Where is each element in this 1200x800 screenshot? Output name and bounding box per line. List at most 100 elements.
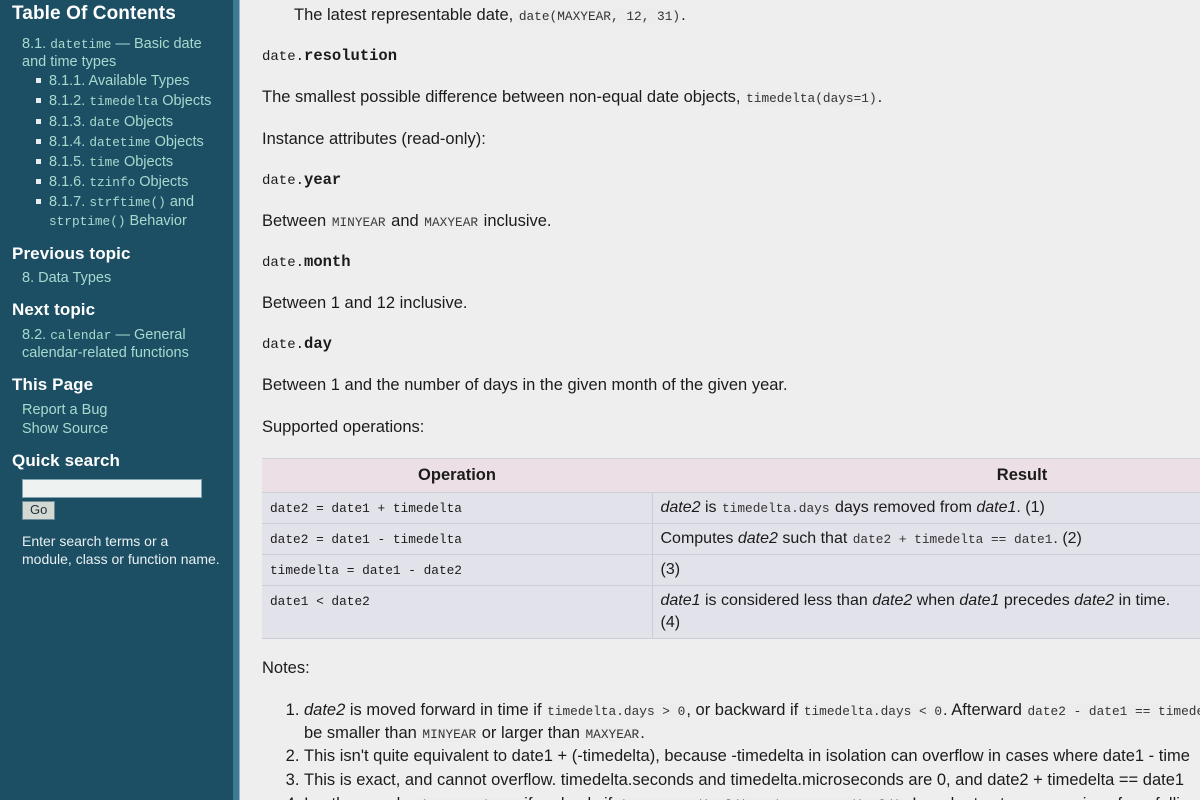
emphasis: date2 bbox=[872, 591, 913, 609]
toc-rest: Objects bbox=[123, 153, 174, 170]
list-item: 8.1.1. Available Types bbox=[36, 71, 221, 90]
next-topic-num: 8.2. bbox=[22, 327, 47, 344]
text: is considered less than bbox=[700, 591, 873, 609]
sidebar-item-available-types[interactable]: 8.1.1. Available Types bbox=[49, 73, 190, 89]
toc-mono2: strptime() bbox=[49, 214, 126, 230]
attr-resolution-name: date.resolution bbox=[262, 46, 1200, 67]
main-content: The latest representable date, date(MAXY… bbox=[240, 0, 1200, 800]
attr-year-name: date.year bbox=[262, 170, 1200, 191]
emphasis: date2 bbox=[660, 498, 701, 516]
notes-list: date2 is moved forward in time if timede… bbox=[262, 699, 1200, 800]
cell-result: date1 is considered less than date2 when… bbox=[652, 584, 1200, 640]
minyear-code: MINYEAR bbox=[330, 215, 387, 231]
sidebar-item-date-objects[interactable]: 8.1.3. date Objects bbox=[49, 114, 173, 130]
instance-attributes-heading: Instance attributes (read-only): bbox=[262, 129, 486, 148]
attr-desc-text: Between bbox=[262, 212, 327, 231]
attr-desc-text: The smallest possible difference between… bbox=[262, 88, 741, 107]
attr-prefix: date. bbox=[262, 172, 305, 189]
text: In other words, bbox=[304, 795, 418, 800]
column-header-operation: Operation bbox=[262, 457, 652, 493]
text: such that bbox=[777, 529, 852, 547]
inline-code: timedelta.days > 0 bbox=[546, 703, 687, 719]
inline-code: date2 + timedelta == date1 bbox=[852, 531, 1053, 547]
notes-heading: Notes: bbox=[262, 659, 310, 678]
list-item: 8.1.7. strftime() and strptime() Behavio… bbox=[36, 192, 221, 230]
toc-sublist: 8.1.1. Available Types 8.1.2. timedelta … bbox=[36, 71, 221, 231]
attr-desc-and: and bbox=[391, 212, 419, 231]
toc-rest: Available Types bbox=[88, 73, 190, 90]
column-header-result: Result bbox=[652, 457, 1200, 493]
inline-code: MAXYEAR bbox=[584, 726, 641, 742]
sidebar-item-tzinfo-objects[interactable]: 8.1.6. tzinfo Objects bbox=[49, 174, 188, 190]
report-a-bug-link[interactable]: Report a Bug bbox=[22, 401, 221, 420]
toc-rest: Objects bbox=[154, 133, 204, 150]
inline-code: MINYEAR bbox=[421, 726, 478, 742]
note-item: This isn't quite equivalent to date1 + (… bbox=[304, 745, 1200, 768]
toc-num: 8.1.6. bbox=[49, 174, 86, 191]
sidebar-item-datetime[interactable]: 8.1. datetime — Basic date and time type… bbox=[22, 36, 202, 70]
latest-date-period: . bbox=[681, 6, 686, 24]
note-line: This is exact, and cannot overflow. time… bbox=[304, 769, 1200, 792]
toc-rest: Objects bbox=[123, 113, 174, 130]
this-page-heading: This Page bbox=[12, 375, 94, 395]
note-item: This is exact, and cannot overflow. time… bbox=[304, 769, 1200, 792]
sidebar-item-time-objects[interactable]: 8.1.5. time Objects bbox=[49, 154, 173, 170]
text: . In order to stop comparison from falli… bbox=[903, 795, 1200, 800]
emphasis: date1 bbox=[976, 498, 1017, 516]
this-page-links: Report a Bug Show Source bbox=[22, 401, 221, 438]
cell-result: Computes date2 such that date2 + timedel… bbox=[652, 522, 1200, 555]
toc-root-mono: datetime bbox=[50, 36, 112, 52]
attr-day-name: date.day bbox=[262, 334, 1200, 355]
quick-search-form: Go bbox=[22, 478, 221, 521]
table-header-row: Operation Result bbox=[262, 457, 1200, 493]
toc-mono: datetime bbox=[89, 134, 151, 150]
sidebar-item-strftime-behavior[interactable]: 8.1.7. strftime() and strptime() Behavio… bbox=[49, 194, 194, 229]
note-item: In other words, date1 < date2 if and onl… bbox=[304, 793, 1200, 800]
note-line: This isn't quite equivalent to date1 + (… bbox=[304, 745, 1200, 768]
attr-resolution-desc: The smallest possible difference between… bbox=[262, 86, 1200, 109]
sidebar-item-timedelta-objects[interactable]: 8.1.2. timedelta Objects bbox=[49, 93, 211, 109]
list-item: 8.1.6. tzinfo Objects bbox=[36, 172, 221, 191]
list-item: 8.1.5. time Objects bbox=[36, 152, 221, 171]
emphasis: date2 bbox=[1074, 591, 1115, 609]
attr-name: year bbox=[304, 170, 342, 189]
sidebar: Table Of Contents 8.1. datetime — Basic … bbox=[0, 0, 233, 800]
show-source-link[interactable]: Show Source bbox=[22, 420, 221, 439]
emphasis: date2 bbox=[304, 700, 346, 719]
text: or larger than bbox=[477, 723, 585, 742]
text: be smaller than bbox=[304, 723, 422, 742]
attr-prefix: date. bbox=[262, 336, 305, 353]
attr-name: day bbox=[304, 334, 332, 353]
list-item: 8.1.2. timedelta Objects bbox=[36, 91, 221, 110]
toc-mono: tzinfo bbox=[89, 175, 136, 191]
previous-topic-link[interactable]: 8. Data Types bbox=[22, 270, 111, 286]
attr-desc-tail: inclusive. bbox=[483, 212, 552, 231]
search-hint-text: Enter search terms or a module, class or… bbox=[22, 533, 220, 567]
text: in time. bbox=[1114, 591, 1171, 609]
search-go-button[interactable]: Go bbox=[22, 500, 56, 521]
supported-operations-heading: Supported operations: bbox=[262, 418, 425, 437]
text: . (1) bbox=[1016, 498, 1045, 516]
next-topic-link[interactable]: 8.2. calendar — General calendar-related… bbox=[22, 327, 189, 361]
text: . (2) bbox=[1053, 529, 1082, 547]
cell-operation: date2 = date1 - timedelta bbox=[262, 522, 653, 555]
table-body: date2 = date1 + timedelta date2 is timede… bbox=[262, 491, 1200, 640]
text: is bbox=[700, 498, 721, 516]
emphasis: date1 bbox=[959, 591, 1000, 609]
attr-name: month bbox=[304, 252, 351, 271]
search-input[interactable] bbox=[22, 478, 202, 498]
previous-topic: 8. Data Types bbox=[22, 269, 221, 287]
next-topic-mono: calendar bbox=[50, 328, 112, 344]
cell-operation: timedelta = date1 - date2 bbox=[262, 553, 653, 586]
note-item: date2 is moved forward in time if timede… bbox=[304, 699, 1200, 745]
attr-desc-period: . bbox=[877, 88, 883, 107]
toc-mono: time bbox=[89, 154, 120, 170]
table-of-contents: 8.1. datetime — Basic date and time type… bbox=[22, 35, 221, 231]
attr-desc-code: timedelta(days=1) bbox=[745, 91, 878, 107]
cell-result: date2 is timedelta.days days removed fro… bbox=[652, 491, 1200, 524]
attr-month-name: date.month bbox=[262, 252, 1200, 273]
toc-mono: timedelta bbox=[89, 94, 159, 110]
sidebar-item-datetime-objects[interactable]: 8.1.4. datetime Objects bbox=[49, 134, 204, 150]
text: This isn't quite equivalent to date1 + (… bbox=[304, 747, 1190, 766]
toc-mono: strftime() bbox=[89, 195, 166, 211]
